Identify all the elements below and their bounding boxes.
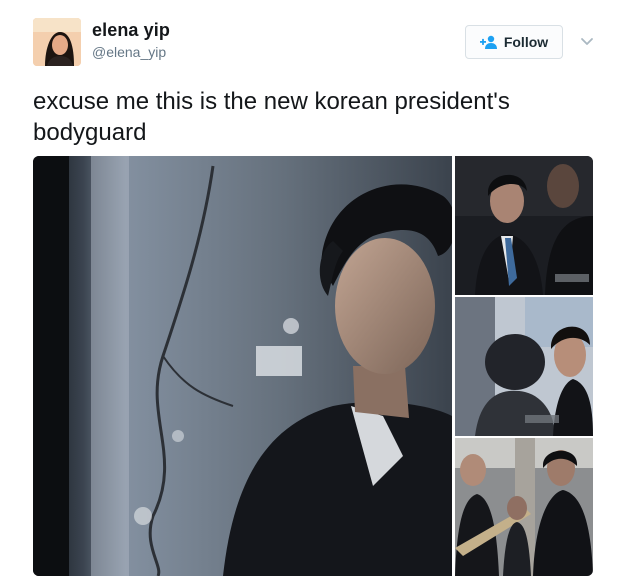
chevron-down-icon <box>581 38 593 45</box>
photo-thumb-1[interactable] <box>455 156 593 295</box>
photo-main[interactable] <box>33 156 452 576</box>
tweet-text: excuse me this is the new korean preside… <box>33 88 510 146</box>
photo-thumb-3[interactable] <box>455 438 593 576</box>
tweet-menu-button[interactable] <box>579 33 595 49</box>
user-handle[interactable]: @elena_yip <box>92 44 166 60</box>
follow-button[interactable]: Follow <box>465 25 563 59</box>
display-name[interactable]: elena yip <box>92 20 170 41</box>
add-user-icon <box>479 35 497 49</box>
user-avatar-icon <box>33 18 81 66</box>
avatar[interactable] <box>33 18 81 66</box>
tweet-media <box>33 156 593 576</box>
photo-thumb-2[interactable] <box>455 297 593 436</box>
follow-label: Follow <box>503 34 549 50</box>
